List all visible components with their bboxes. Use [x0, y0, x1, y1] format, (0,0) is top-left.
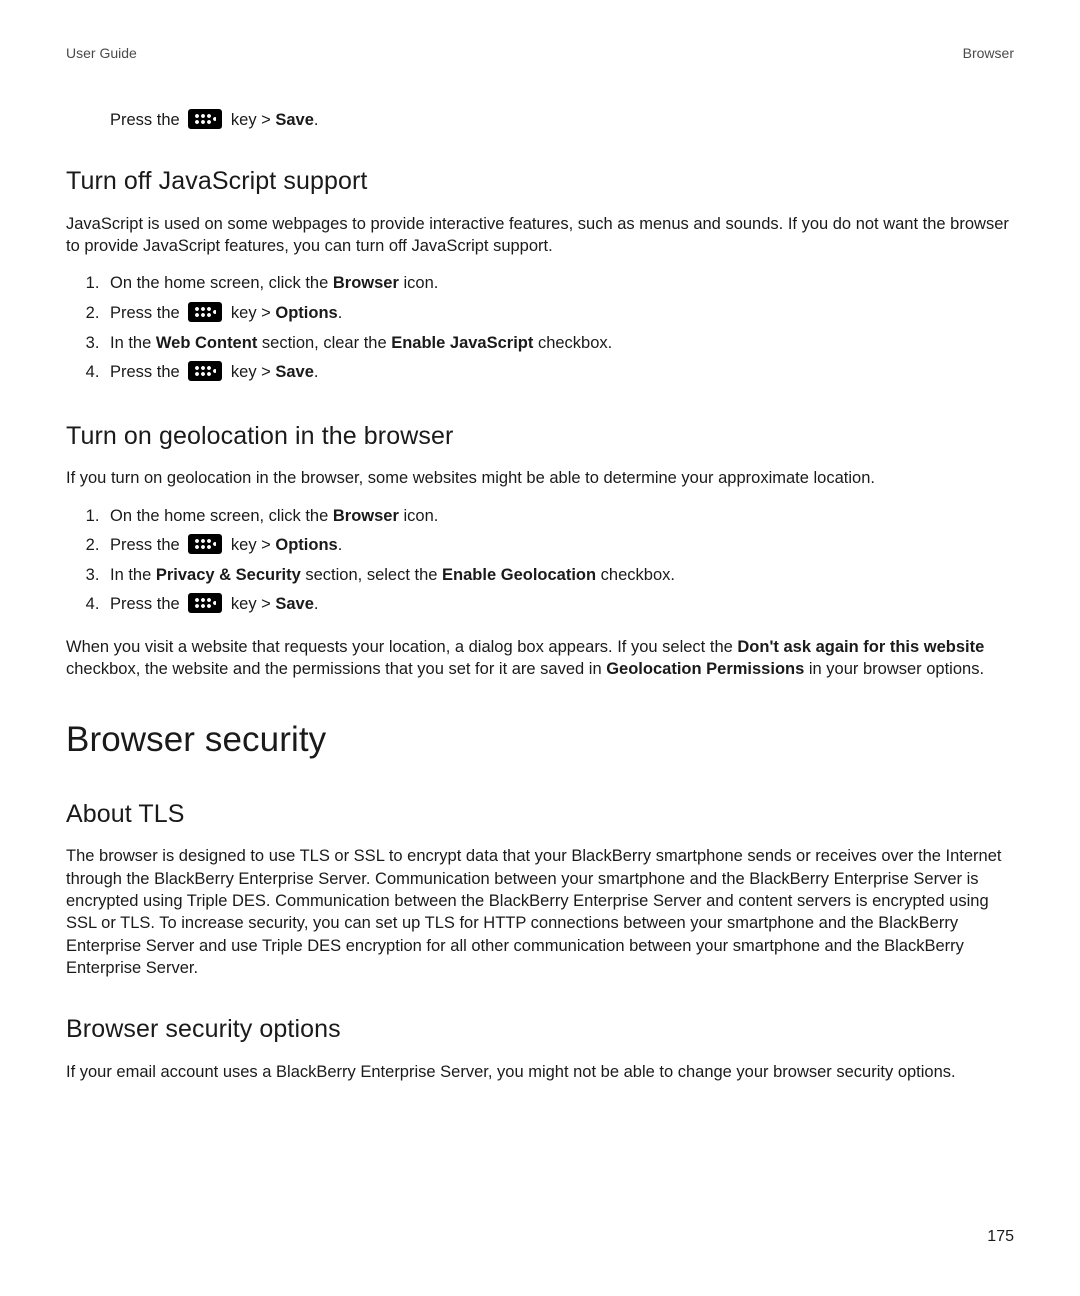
prev-page-step: Press the key > Save. [110, 109, 1014, 131]
text-fragment: in your browser options. [804, 660, 984, 678]
steps-turn-off-js: On the home screen, click the Browser ic… [66, 271, 1014, 385]
save-label: Save [275, 595, 314, 613]
text-fragment: key > [231, 363, 275, 381]
menu-key-icon [188, 534, 222, 554]
browser-label: Browser [333, 274, 399, 292]
running-header: User Guide Browser [66, 44, 1014, 63]
dont-ask-again-label: Don't ask again for this website [737, 638, 984, 656]
heading-browser-security: Browser security [66, 716, 1014, 763]
text-fragment: On the home screen, click the [110, 274, 333, 292]
header-left: User Guide [66, 44, 137, 63]
enable-javascript-label: Enable JavaScript [391, 334, 533, 352]
list-item: Press the key > Save. [104, 360, 1014, 386]
text-fragment: key > [231, 304, 275, 322]
body-security-options: If your email account uses a BlackBerry … [66, 1061, 1014, 1083]
privacy-security-label: Privacy & Security [156, 566, 301, 584]
text-fragment: icon. [399, 507, 438, 525]
body-about-tls: The browser is designed to use TLS or SS… [66, 845, 1014, 979]
text-fragment: Press the [110, 111, 180, 129]
intro-geolocation: If you turn on geolocation in the browse… [66, 467, 1014, 489]
text-fragment: Press the [110, 304, 180, 322]
text-fragment: In the [110, 334, 156, 352]
enable-geolocation-label: Enable Geolocation [442, 566, 596, 584]
list-item: On the home screen, click the Browser ic… [104, 504, 1014, 530]
list-item: Press the key > Save. [104, 592, 1014, 618]
menu-key-icon [188, 593, 222, 613]
text-fragment: checkbox. [533, 334, 612, 352]
text-fragment: checkbox, the website and the permission… [66, 660, 606, 678]
text-fragment: . [338, 536, 343, 554]
options-label: Options [275, 536, 337, 554]
text-fragment: . [314, 595, 319, 613]
text-fragment: section, clear the [257, 334, 391, 352]
menu-key-icon [188, 109, 222, 129]
menu-key-icon [188, 361, 222, 381]
page-number: 175 [987, 1226, 1014, 1248]
text-fragment: . [338, 304, 343, 322]
text-fragment: In the [110, 566, 156, 584]
text-fragment: key > [231, 536, 275, 554]
text-fragment: checkbox. [596, 566, 675, 584]
save-label: Save [275, 363, 314, 381]
text-fragment: . [314, 363, 319, 381]
text-fragment: When you visit a website that requests y… [66, 638, 737, 656]
web-content-label: Web Content [156, 334, 257, 352]
text-fragment: Press the [110, 363, 180, 381]
text-fragment: Press the [110, 536, 180, 554]
note-geolocation: When you visit a website that requests y… [66, 636, 1014, 681]
text-fragment: section, select the [301, 566, 442, 584]
options-label: Options [275, 304, 337, 322]
text-fragment: . [314, 111, 319, 129]
text-fragment: icon. [399, 274, 438, 292]
list-item: Press the key > Options. [104, 533, 1014, 559]
intro-turn-off-js: JavaScript is used on some webpages to p… [66, 213, 1014, 258]
text-fragment: key > [231, 111, 275, 129]
heading-about-tls: About TLS [66, 798, 1014, 832]
list-item: In the Privacy & Security section, selec… [104, 563, 1014, 589]
text-fragment: On the home screen, click the [110, 507, 333, 525]
list-item: On the home screen, click the Browser ic… [104, 271, 1014, 297]
text-fragment: key > [231, 595, 275, 613]
steps-geolocation: On the home screen, click the Browser ic… [66, 504, 1014, 618]
list-item: In the Web Content section, clear the En… [104, 331, 1014, 357]
menu-key-icon [188, 302, 222, 322]
list-item: Press the key > Options. [104, 301, 1014, 327]
geolocation-permissions-label: Geolocation Permissions [606, 660, 804, 678]
heading-security-options: Browser security options [66, 1013, 1014, 1047]
browser-label: Browser [333, 507, 399, 525]
heading-turn-off-js: Turn off JavaScript support [66, 165, 1014, 199]
heading-geolocation: Turn on geolocation in the browser [66, 420, 1014, 454]
text-fragment: Press the [110, 595, 180, 613]
save-label: Save [275, 111, 314, 129]
header-right: Browser [963, 44, 1014, 63]
